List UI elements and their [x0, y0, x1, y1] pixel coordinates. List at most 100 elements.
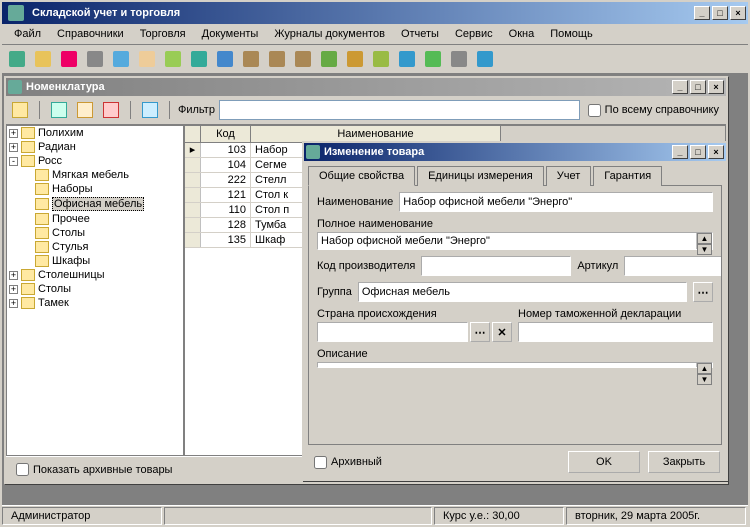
menu-Справочники[interactable]: Справочники [49, 26, 132, 42]
expand-icon[interactable]: + [9, 299, 18, 308]
folder-icon [35, 227, 49, 239]
archived-checkbox[interactable]: Архивный [310, 456, 560, 469]
nom-minimize-button[interactable]: _ [672, 80, 688, 94]
scrollbar[interactable]: ▲▼ [696, 363, 712, 367]
menu-Торговля[interactable]: Торговля [132, 26, 194, 42]
book-icon[interactable] [214, 48, 236, 70]
country-input[interactable] [317, 322, 468, 342]
tree-node[interactable]: +Радиан [7, 140, 183, 154]
maximize-button[interactable]: □ [712, 6, 728, 20]
menu-Документы[interactable]: Документы [194, 26, 267, 42]
tree-node[interactable]: Стулья [7, 240, 183, 254]
tab-3[interactable]: Гарантия [593, 166, 662, 186]
gear-icon[interactable] [448, 48, 470, 70]
status-date: вторник, 29 марта 2005г. [566, 507, 746, 525]
fullname-input[interactable]: Набор офисной мебели "Энерго" ▲▼ [317, 232, 713, 250]
dlg-close-button[interactable]: × [708, 145, 724, 159]
grid-header-cell[interactable] [185, 126, 201, 142]
new-item-icon[interactable] [48, 99, 70, 121]
tree-label: Стулья [52, 241, 88, 253]
expand-icon[interactable]: + [9, 285, 18, 294]
article-input[interactable] [624, 256, 722, 276]
edit-item-icon[interactable] [74, 99, 96, 121]
menu-Файл[interactable]: Файл [6, 26, 49, 42]
tree-label: Шкафы [52, 255, 90, 267]
print-icon[interactable] [84, 48, 106, 70]
refresh-icon[interactable] [139, 99, 161, 121]
expand-icon[interactable]: + [9, 129, 18, 138]
cell-code: 222 [201, 173, 251, 187]
country-browse-button[interactable]: ⋯ [470, 322, 490, 342]
customs-label: Номер таможенной декларации [518, 308, 713, 320]
menu-Сервис[interactable]: Сервис [447, 26, 501, 42]
descr-input[interactable]: ▲▼ [317, 362, 713, 368]
menu-Помощь[interactable]: Помощь [542, 26, 601, 42]
tree-node[interactable]: Шкафы [7, 254, 183, 268]
ok-button[interactable]: OK [568, 451, 640, 473]
tree-node[interactable]: +Столы [7, 282, 183, 296]
box-icon[interactable] [344, 48, 366, 70]
tree-node[interactable]: Офисная мебель [7, 196, 183, 212]
group-browse-button[interactable]: ⋯ [693, 282, 713, 302]
tree-label: Росс [38, 155, 62, 167]
country-clear-button[interactable]: ✕ [492, 322, 512, 342]
nom-maximize-button[interactable]: □ [690, 80, 706, 94]
help-icon[interactable] [474, 48, 496, 70]
doc-icon[interactable] [136, 48, 158, 70]
tree-node[interactable]: +Столешницы [7, 268, 183, 282]
folder-icon [21, 141, 35, 153]
expand-icon[interactable]: + [9, 271, 18, 280]
nom-close-button[interactable]: × [708, 80, 724, 94]
menu-Журналы документов[interactable]: Журналы документов [266, 26, 393, 42]
close-dialog-button[interactable]: Закрыть [648, 451, 720, 473]
grid-header-cell[interactable]: Код [201, 126, 251, 142]
delete-item-icon[interactable] [100, 99, 122, 121]
cell-code: 104 [201, 158, 251, 172]
acct3-icon[interactable] [292, 48, 314, 70]
mfgcode-input[interactable] [421, 256, 571, 276]
tab-0[interactable]: Общие свойства [308, 166, 415, 186]
dlg-maximize-button[interactable]: □ [690, 145, 706, 159]
category-tree[interactable]: +Полихим+Радиан - РоссМягкая мебельНаборыО… [6, 125, 184, 456]
country-label: Страна происхождения [317, 308, 512, 320]
chart-icon[interactable] [318, 48, 340, 70]
new-icon[interactable] [6, 48, 28, 70]
customs-input[interactable] [518, 322, 713, 342]
expand-icon[interactable]: + [9, 143, 18, 152]
tree-node[interactable]: - Росс [7, 154, 183, 168]
acct1-icon[interactable] [240, 48, 262, 70]
users-icon[interactable] [370, 48, 392, 70]
minimize-button[interactable]: _ [694, 6, 710, 20]
all-dirs-checkbox[interactable]: По всему справочнику [584, 104, 723, 117]
filter-input[interactable] [219, 100, 580, 120]
tree-node[interactable]: Прочее [7, 212, 183, 226]
calendar-icon[interactable] [110, 48, 132, 70]
tree-node[interactable]: +Тамек [7, 296, 183, 310]
menu-Отчеты[interactable]: Отчеты [393, 26, 447, 42]
tree-node[interactable]: Наборы [7, 182, 183, 196]
tree-node[interactable]: Столы [7, 226, 183, 240]
folder-icon [21, 283, 35, 295]
list-icon[interactable] [162, 48, 184, 70]
acct2-icon[interactable] [266, 48, 288, 70]
name-input[interactable] [399, 192, 713, 212]
tab-1[interactable]: Единицы измерения [417, 166, 544, 186]
tree-node[interactable]: +Полихим [7, 126, 183, 140]
grid-header-cell[interactable]: Наименование [251, 126, 501, 142]
collapse-icon[interactable]: - [9, 157, 18, 166]
open-icon[interactable] [32, 48, 54, 70]
close-button[interactable]: × [730, 6, 746, 20]
bar-icon[interactable] [422, 48, 444, 70]
folder-icon[interactable] [9, 99, 31, 121]
menu-Окна[interactable]: Окна [501, 26, 543, 42]
group-input[interactable] [358, 282, 687, 302]
dlg-minimize-button[interactable]: _ [672, 145, 688, 159]
row-header [185, 173, 201, 187]
nomenclature-icon [8, 80, 22, 94]
scrollbar[interactable]: ▲▼ [696, 233, 712, 249]
tree-node[interactable]: Мягкая мебель [7, 168, 183, 182]
refresh-icon[interactable] [188, 48, 210, 70]
globe-icon[interactable] [396, 48, 418, 70]
save-icon[interactable] [58, 48, 80, 70]
tab-2[interactable]: Учет [546, 166, 592, 186]
